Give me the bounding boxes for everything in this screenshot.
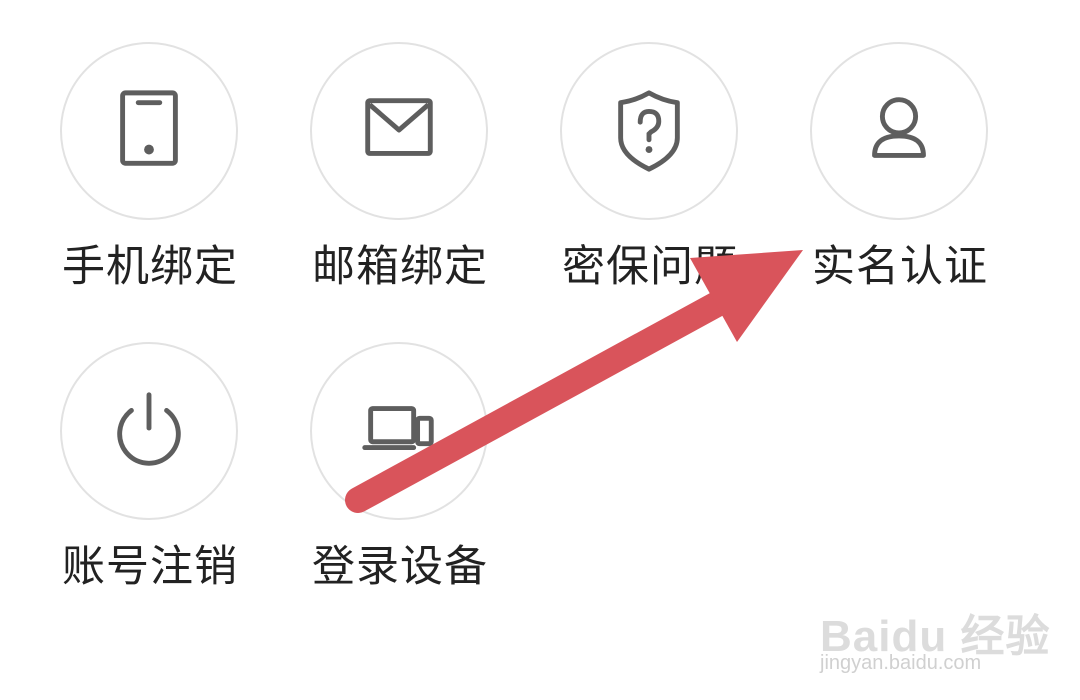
- real-name-auth-label: 实名认证: [812, 242, 988, 292]
- tile-security-question[interactable]: 密保问题: [525, 42, 775, 302]
- security-question-label: 密保问题: [562, 242, 738, 292]
- phone-icon: [120, 90, 178, 166]
- tile-real-name-auth[interactable]: 实名认证: [775, 42, 1025, 302]
- tile-login-devices[interactable]: 登录设备: [275, 342, 525, 602]
- real-name-auth-button[interactable]: [810, 42, 988, 220]
- account-cancel-label: 账号注销: [62, 542, 238, 592]
- login-devices-button[interactable]: [310, 342, 488, 520]
- login-devices-label: 登录设备: [312, 542, 488, 592]
- email-binding-label: 邮箱绑定: [312, 242, 488, 292]
- security-question-button[interactable]: [560, 42, 738, 220]
- baidu-watermark: Baidu 经验 jingyan.baidu.com: [820, 600, 1049, 680]
- mail-icon: [365, 98, 433, 156]
- user-icon: [872, 97, 926, 158]
- tile-account-cancel[interactable]: 账号注销: [25, 342, 275, 602]
- phone-binding-label: 手机绑定: [62, 242, 238, 292]
- tile-phone-binding[interactable]: 手机绑定: [25, 42, 275, 302]
- tile-email-binding[interactable]: 邮箱绑定: [275, 42, 525, 302]
- watermark-url: jingyan.baidu.com: [820, 652, 982, 674]
- shield-question-icon: [618, 90, 680, 172]
- email-binding-button[interactable]: [310, 42, 488, 220]
- account-cancel-button[interactable]: [60, 342, 238, 520]
- power-icon: [117, 392, 181, 466]
- phone-binding-button[interactable]: [60, 42, 238, 220]
- devices-icon: [362, 406, 434, 451]
